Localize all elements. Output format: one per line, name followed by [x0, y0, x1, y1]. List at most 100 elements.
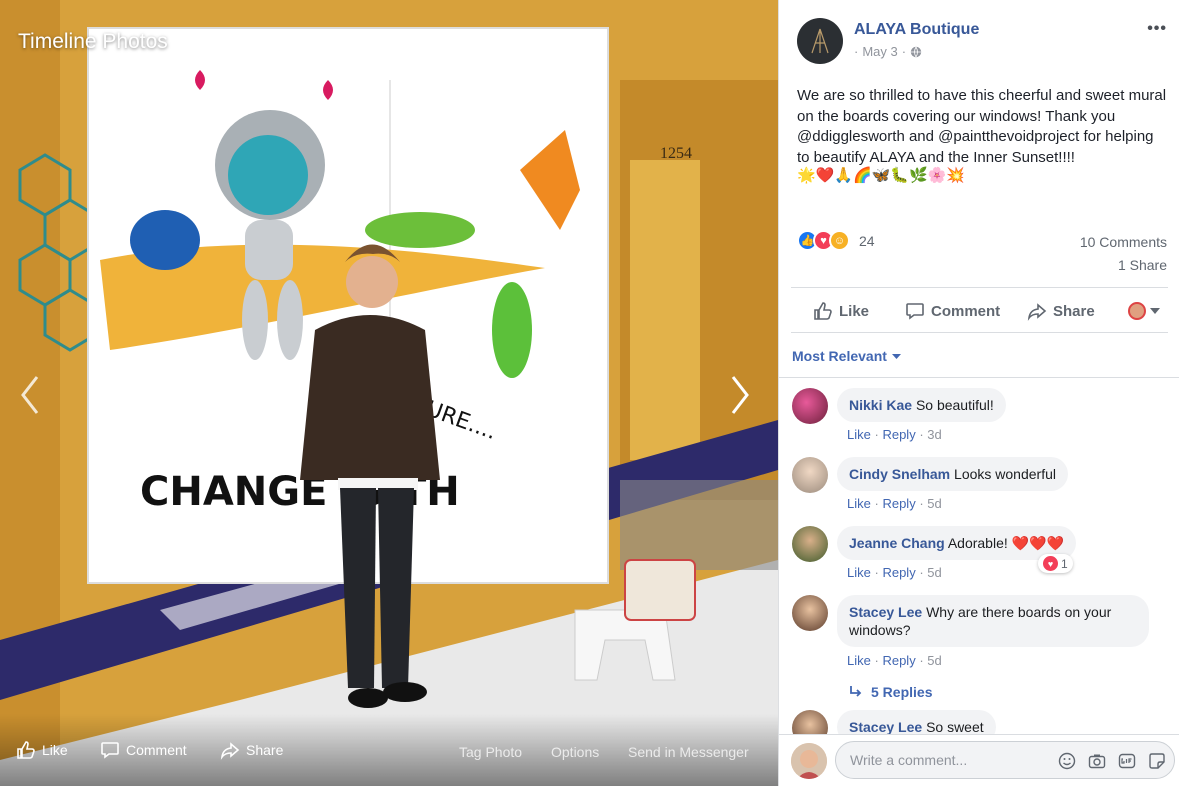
- comment-reply-link[interactable]: Reply: [882, 565, 915, 580]
- comment-time[interactable]: 5d: [927, 496, 941, 511]
- care-reaction-icon: ☺: [829, 230, 850, 251]
- comment-author[interactable]: Stacey Lee: [849, 604, 922, 620]
- comment-button[interactable]: Comment: [905, 301, 1000, 321]
- love-reaction-icon: ♥: [1043, 556, 1058, 571]
- meta-separator: ·: [901, 44, 907, 59]
- chevron-left-icon: [21, 376, 39, 414]
- reaction-count: 24: [859, 232, 875, 249]
- comment-time[interactable]: 5d: [927, 653, 941, 668]
- comment-composer: [779, 734, 1179, 786]
- post-date[interactable]: May 3: [862, 44, 897, 59]
- globe-icon: [910, 46, 922, 57]
- page-avatar[interactable]: [797, 18, 843, 64]
- comment-bubble: Stacey Lee Why are there boards on your …: [837, 595, 1149, 647]
- comment-like-link[interactable]: Like: [847, 427, 871, 442]
- separator: ·: [919, 653, 924, 668]
- comment-reaction-badge[interactable]: ♥ 1: [1038, 554, 1073, 573]
- separator: ·: [874, 427, 879, 442]
- comment-reply-link[interactable]: Reply: [882, 496, 915, 511]
- identity-avatar: [1128, 302, 1146, 320]
- share-arrow-icon: [220, 742, 240, 760]
- post-action-bar: Like Comment Share: [791, 287, 1168, 333]
- viewer-action-bar: Like Comment Share Tag Photo Options Sen…: [0, 714, 778, 786]
- comment-text: Adorable! ❤️❤️❤️: [947, 535, 1064, 551]
- thumbs-up-icon: [814, 302, 832, 320]
- separator: ·: [874, 653, 879, 668]
- comment-like-link[interactable]: Like: [847, 653, 871, 668]
- tag-photo-button[interactable]: Tag Photo: [459, 744, 522, 760]
- view-replies-link[interactable]: 5 Replies: [849, 684, 932, 700]
- post-details-panel: ALAYA Boutique · May 3 · ••• We are so t…: [778, 0, 1179, 786]
- house-number: 1254: [660, 145, 692, 162]
- comment-author[interactable]: Nikki Kae: [849, 397, 912, 413]
- comment-reaction-count: 1: [1061, 556, 1068, 571]
- share-button[interactable]: Share: [1027, 301, 1095, 321]
- photo-viewer: 1254 CHANGE IS TH TURE.... Timeline Phot…: [0, 0, 778, 786]
- reactions-summary[interactable]: 👍 ♥ ☺ 24: [797, 230, 875, 251]
- comment-author[interactable]: Jeanne Chang: [849, 535, 945, 551]
- viewer-share-button[interactable]: Share: [220, 740, 283, 760]
- viewer-title: Timeline Photos: [18, 30, 168, 53]
- comments-count-link[interactable]: 10 Comments: [1080, 234, 1167, 250]
- comment-time[interactable]: 3d: [927, 427, 941, 442]
- meta-separator: ·: [854, 44, 859, 59]
- sticker-icon[interactable]: [1148, 752, 1166, 770]
- post-options-button[interactable]: •••: [1147, 20, 1167, 38]
- camera-icon[interactable]: [1088, 752, 1106, 770]
- avatar[interactable]: [792, 457, 828, 493]
- alaya-logo-icon: [811, 28, 829, 54]
- separator: ·: [919, 427, 924, 442]
- viewer-like-label: Like: [42, 742, 68, 758]
- comment-text: So beautiful!: [915, 397, 994, 413]
- avatar[interactable]: [792, 595, 828, 631]
- like-label: Like: [839, 302, 870, 320]
- post-header: ALAYA Boutique · May 3 · •••: [797, 18, 1167, 68]
- sort-label: Most Relevant: [792, 348, 887, 364]
- comment-bubble: Nikki Kae So beautiful!: [837, 388, 1006, 422]
- thumbs-up-icon: [17, 741, 35, 759]
- next-photo-button[interactable]: [722, 370, 758, 420]
- comment-time[interactable]: 5d: [927, 565, 941, 580]
- caret-down-icon: [891, 353, 901, 359]
- gif-icon[interactable]: [1118, 752, 1136, 770]
- mural-photo: 1254 CHANGE IS TH TURE....: [0, 0, 778, 786]
- page-name-link[interactable]: ALAYA Boutique: [854, 21, 979, 39]
- comment-actions: Like · Reply · 5d: [847, 565, 942, 580]
- divider: [779, 377, 1179, 378]
- composer-tools: [1058, 752, 1166, 770]
- separator: ·: [919, 496, 924, 511]
- like-button[interactable]: Like: [813, 301, 869, 321]
- previous-photo-button[interactable]: [12, 370, 48, 420]
- viewer-like-button[interactable]: Like: [16, 740, 68, 760]
- avatar[interactable]: [791, 743, 827, 779]
- separator: ·: [874, 496, 879, 511]
- reaction-icons: 👍 ♥ ☺: [797, 230, 850, 251]
- caret-down-icon: [1150, 308, 1160, 314]
- comment-actions: Like · Reply · 5d: [847, 496, 942, 511]
- chevron-right-icon: [731, 376, 749, 414]
- replies-label: 5 Replies: [871, 684, 933, 700]
- user-avatar-icon: [791, 743, 827, 779]
- shares-count-link[interactable]: 1 Share: [1118, 257, 1167, 273]
- post-text: We are so thrilled to have this cheerful…: [797, 87, 1167, 166]
- avatar[interactable]: [792, 526, 828, 562]
- choose-identity-button[interactable]: [1128, 302, 1160, 320]
- comment-reply-link[interactable]: Reply: [882, 427, 915, 442]
- viewer-comment-label: Comment: [126, 742, 187, 758]
- emoji-icon[interactable]: [1058, 752, 1076, 770]
- send-in-messenger-button[interactable]: Send in Messenger: [628, 744, 749, 760]
- comment-like-link[interactable]: Like: [847, 565, 871, 580]
- comment-author[interactable]: Stacey Lee: [849, 719, 922, 735]
- post-meta: · May 3 ·: [854, 44, 922, 59]
- comment-sort-dropdown[interactable]: Most Relevant: [792, 348, 901, 364]
- options-button[interactable]: Options: [551, 744, 599, 760]
- comment-text: Looks wonderful: [954, 466, 1056, 482]
- avatar[interactable]: [792, 388, 828, 424]
- viewer-comment-button[interactable]: Comment: [100, 740, 187, 760]
- comment-like-link[interactable]: Like: [847, 496, 871, 511]
- viewer-share-label: Share: [246, 742, 284, 758]
- comment-bubble: Jeanne Chang Adorable! ❤️❤️❤️: [837, 526, 1076, 560]
- comment-author[interactable]: Cindy Snelham: [849, 466, 950, 482]
- comment-text: So sweet: [926, 719, 984, 735]
- comment-reply-link[interactable]: Reply: [882, 653, 915, 668]
